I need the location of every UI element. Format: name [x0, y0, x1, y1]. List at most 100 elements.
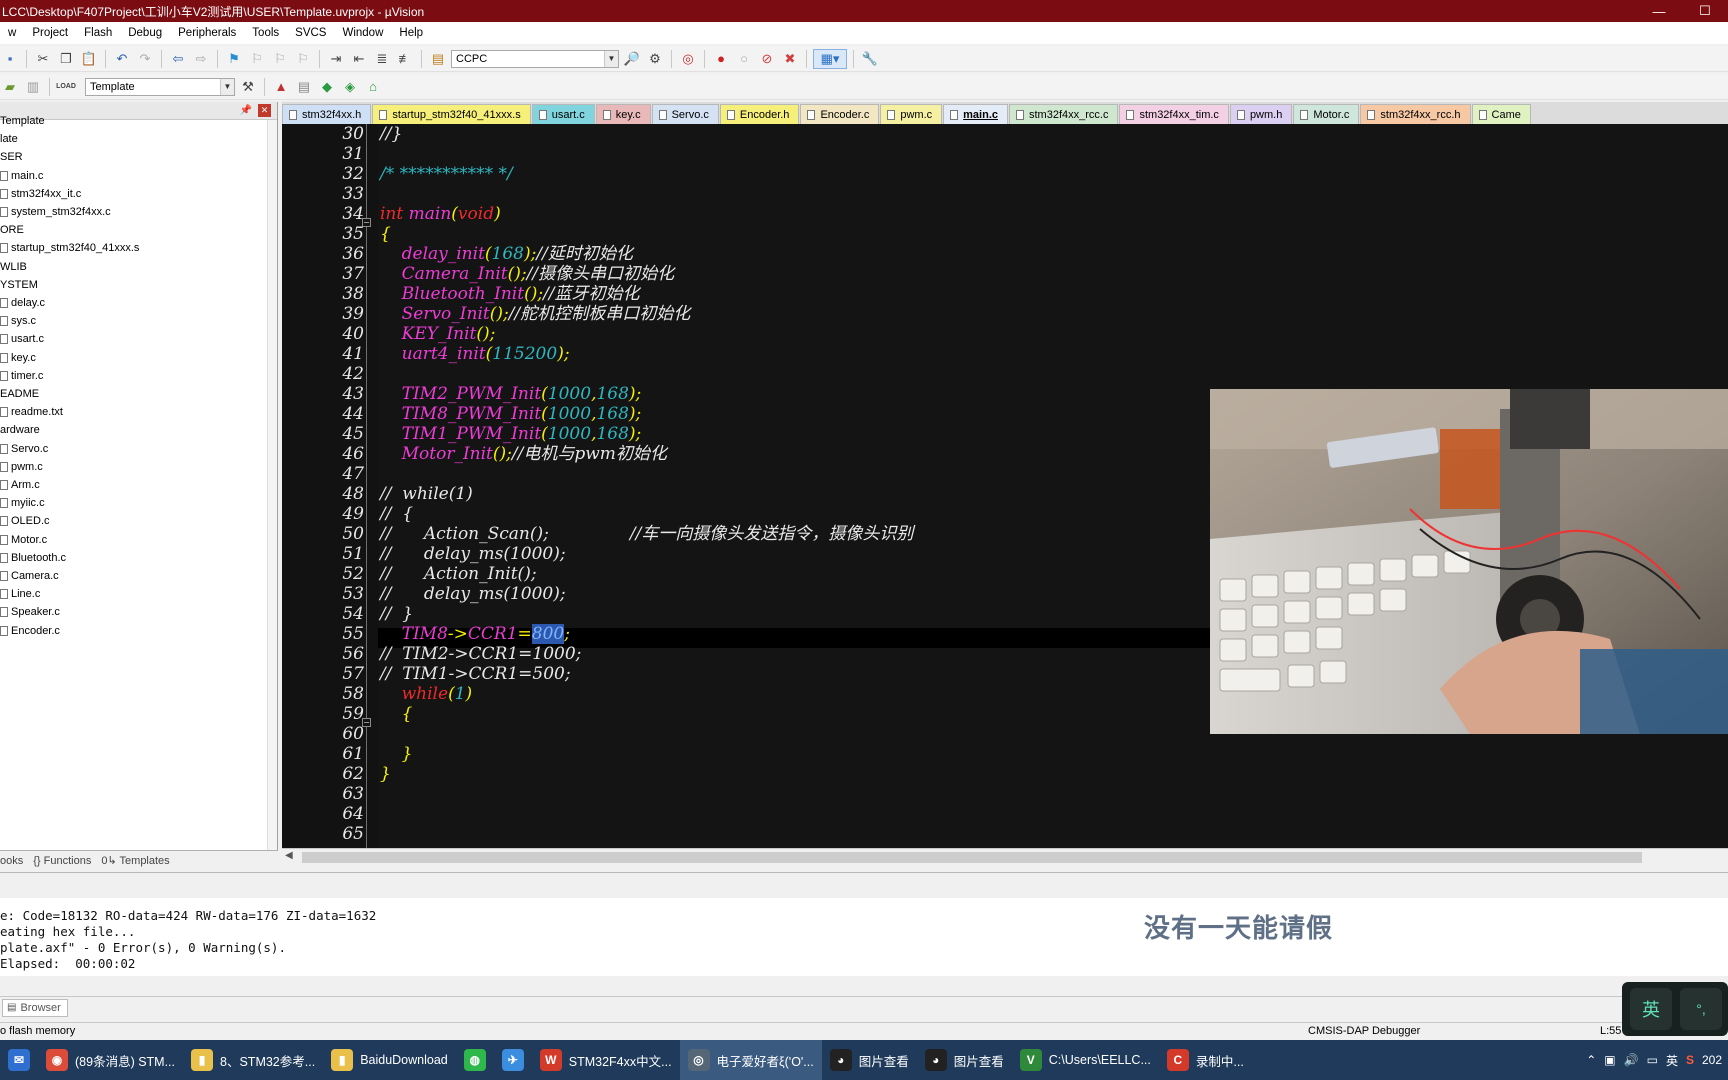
manage-project-icon[interactable]: ▲	[271, 77, 291, 97]
taskbar-item[interactable]: ◍	[456, 1040, 494, 1080]
configure-icon[interactable]: 🔧	[860, 49, 880, 69]
volume-icon[interactable]: 🔊	[1624, 1053, 1639, 1067]
save-icon[interactable]: ▪	[0, 49, 20, 69]
editor-tab[interactable]: Encoder.h	[719, 104, 800, 124]
undo-icon[interactable]: ↶	[112, 49, 132, 69]
taskbar-item[interactable]: ▮ BaiduDownload	[323, 1040, 456, 1080]
code-line[interactable]: Bluetooth_Init();//蓝牙初始化	[380, 284, 640, 304]
code-line[interactable]: /* *********** */	[380, 164, 513, 184]
taskbar-item[interactable]: V C:\Users\EELLC...	[1012, 1040, 1159, 1080]
project-tree-scrollbar[interactable]	[267, 120, 277, 850]
editor-tab[interactable]: usart.c	[531, 104, 595, 124]
code-line[interactable]: Motor_Init();//电机与pwm初始化	[380, 444, 667, 464]
tree-file-item[interactable]: OLED.c	[0, 512, 50, 530]
tree-file-item[interactable]: Encoder.c	[0, 622, 60, 640]
code-line[interactable]: }	[380, 764, 391, 784]
cut-icon[interactable]: ✂	[33, 49, 53, 69]
tree-file-item[interactable]: startup_stm32f40_41xxx.s	[0, 239, 139, 257]
code-line[interactable]: // TIM2->CCR1=1000;	[380, 644, 581, 664]
taskbar-item[interactable]: ▮ 8、STM32参考...	[183, 1040, 323, 1080]
tree-file-item[interactable]: Line.c	[0, 585, 40, 603]
tree-file-item[interactable]: Motor.c	[0, 531, 47, 549]
menu-item[interactable]: w	[0, 27, 24, 39]
code-line[interactable]: uart4_init(115200);	[380, 344, 570, 364]
tree-file-item[interactable]: main.c	[0, 167, 43, 185]
code-line[interactable]: TIM8->CCR1=800;	[380, 624, 570, 644]
rte-icon[interactable]: ⌂	[363, 77, 383, 97]
network-icon[interactable]: ▣	[1604, 1053, 1615, 1067]
code-line[interactable]: // Action_Scan(); //车一向摄像头发送指令，摄像头识别	[380, 524, 913, 544]
nav-forward-icon[interactable]: ⇨	[191, 49, 211, 69]
tree-file-item[interactable]: myiic.c	[0, 494, 45, 512]
pin-icon[interactable]: 📌	[240, 105, 252, 116]
tree-group-item[interactable]: WLIB	[0, 258, 27, 276]
monitor-icon[interactable]: ▭	[1647, 1053, 1658, 1067]
unindent-icon[interactable]: ⇤	[349, 49, 369, 69]
find-icon[interactable]: 🔎	[622, 49, 642, 69]
tree-file-item[interactable]: pwm.c	[0, 458, 43, 476]
editor-tab[interactable]: main.c	[943, 104, 1008, 124]
redo-icon[interactable]: ↷	[135, 49, 155, 69]
prev-bookmark-icon[interactable]: ⚐	[247, 49, 267, 69]
code-line[interactable]: {	[380, 704, 413, 724]
tree-group-item[interactable]: ardware	[0, 421, 40, 439]
tree-file-item[interactable]: Arm.c	[0, 476, 40, 494]
browser-tab[interactable]: ▤ Browser	[2, 998, 68, 1017]
clock-year[interactable]: 202	[1702, 1053, 1722, 1067]
code-line[interactable]: Camera_Init();//摄像头串口初始化	[380, 264, 675, 284]
code-line[interactable]: // TIM1->CCR1=500;	[380, 664, 571, 684]
tree-file-item[interactable]: timer.c	[0, 367, 43, 385]
kill-breakpoints-icon[interactable]: ✖	[780, 49, 800, 69]
breakpoint-icon[interactable]: ●	[711, 49, 731, 69]
next-bookmark-icon[interactable]: ⚐	[270, 49, 290, 69]
code-line[interactable]: // delay_ms(1000);	[380, 544, 566, 564]
paste-icon[interactable]: 📋	[79, 49, 99, 69]
tree-file-item[interactable]: delay.c	[0, 294, 45, 312]
close-icon[interactable]: ✕	[258, 104, 271, 117]
tree-group-item[interactable]: Template	[0, 112, 45, 130]
ime-punctuation-toggle[interactable]: °,	[1680, 988, 1722, 1030]
code-line[interactable]: Servo_Init();//舵机控制板串口初始化	[380, 304, 691, 324]
pack-installer-icon[interactable]: ◈	[340, 77, 360, 97]
project-panel-tab[interactable]: 0↳ Templates	[101, 854, 169, 867]
menu-item[interactable]: Flash	[76, 27, 120, 39]
bookmark-icon[interactable]: ⚑	[224, 49, 244, 69]
tree-group-item[interactable]: ORE	[0, 221, 24, 239]
menu-item[interactable]: Project	[24, 27, 76, 39]
tree-file-item[interactable]: Bluetooth.c	[0, 549, 66, 567]
editor-tab[interactable]: stm32f4xx.h	[282, 104, 372, 124]
tray-ime-indicator[interactable]: 英	[1666, 1052, 1678, 1069]
code-line[interactable]: // while(1)	[380, 484, 473, 504]
chevron-up-icon[interactable]: ⌃	[1586, 1053, 1596, 1067]
code-line[interactable]: KEY_Init();	[380, 324, 496, 344]
chevron-down-icon[interactable]: ▼	[604, 50, 618, 67]
clear-bookmarks-icon[interactable]: ⚐	[293, 49, 313, 69]
copy-icon[interactable]: ❐	[56, 49, 76, 69]
taskbar-item[interactable]: ✉	[0, 1040, 38, 1080]
tree-group-item[interactable]: YSTEM	[0, 276, 38, 294]
code-line[interactable]: TIM8_PWM_Init(1000,168);	[380, 404, 642, 424]
code-line[interactable]: // delay_ms(1000);	[380, 584, 566, 604]
tree-file-item[interactable]: stm32f4xx_it.c	[0, 185, 81, 203]
scrollbar-thumb[interactable]	[302, 852, 1642, 863]
indent-icon[interactable]: ⇥	[326, 49, 346, 69]
code-line[interactable]: // Action_Init();	[380, 564, 537, 584]
menu-item[interactable]: SVCS	[287, 27, 334, 39]
editor-horizontal-scrollbar[interactable]: ◀	[282, 848, 1728, 866]
minimize-icon[interactable]: —	[1636, 0, 1682, 22]
tree-file-item[interactable]: readme.txt	[0, 403, 63, 421]
editor-tab[interactable]: stm32f4xx_rcc.h	[1360, 104, 1471, 124]
taskbar-item[interactable]: W STM32F4xx中文...	[532, 1040, 680, 1080]
menu-item[interactable]: Help	[391, 27, 431, 39]
code-line[interactable]: delay_init(168);//延时初始化	[380, 244, 633, 264]
code-line[interactable]: TIM2_PWM_Init(1000,168);	[380, 384, 642, 404]
batch-build-icon[interactable]: ▥	[23, 77, 43, 97]
find-in-files-icon[interactable]: ▤	[428, 49, 448, 69]
tree-file-item[interactable]: key.c	[0, 349, 36, 367]
code-line[interactable]: TIM1_PWM_Init(1000,168);	[380, 424, 642, 444]
tree-file-item[interactable]: Camera.c	[0, 567, 59, 585]
translate-icon[interactable]: ▰	[0, 77, 20, 97]
tree-group-item[interactable]: EADME	[0, 385, 39, 403]
menu-item[interactable]: Tools	[244, 27, 287, 39]
find-combo[interactable]: CCPC ▼	[451, 49, 619, 68]
